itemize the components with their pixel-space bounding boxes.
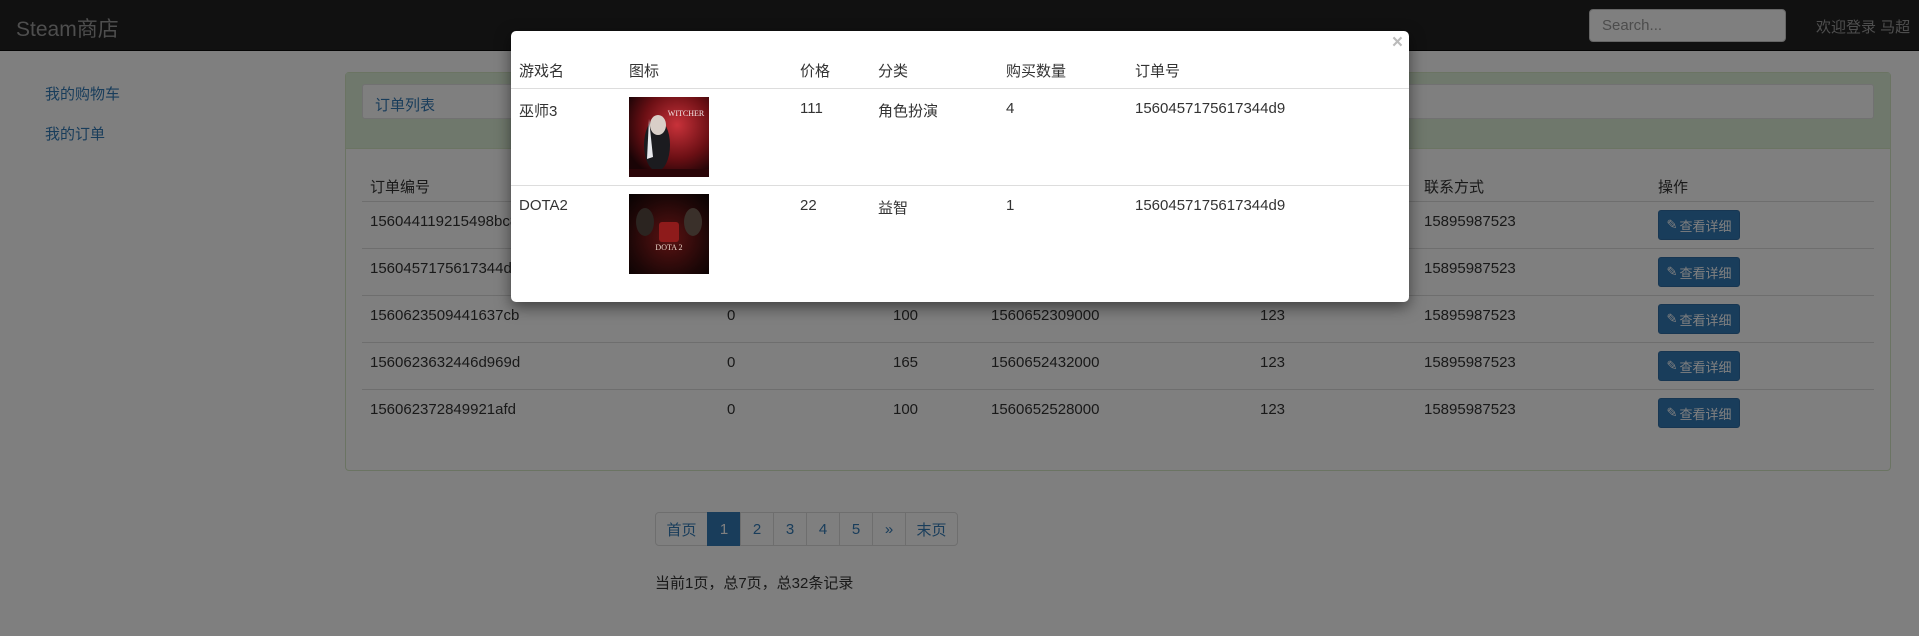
category-cell: 角色扮演: [878, 103, 939, 120]
category-cell: 益智: [878, 200, 909, 217]
modal-header-order-no: 订单号: [1135, 63, 1181, 80]
modal-header-icon: 图标: [629, 63, 660, 80]
price-cell: 111: [800, 100, 823, 117]
dota-thumb-text: DOTA 2: [655, 243, 682, 252]
modal-header-game-name: 游戏名: [519, 63, 565, 80]
modal-row-divider: [511, 88, 1409, 89]
order-no-cell: 1560457175617344d9: [1135, 197, 1286, 214]
witcher-thumb-text: WITCHER: [668, 109, 705, 118]
game-name-cell: 巫师3: [519, 103, 558, 120]
game-name-cell: DOTA2: [519, 197, 568, 214]
close-icon[interactable]: ×: [1392, 32, 1403, 54]
modal-header-price: 价格: [800, 63, 831, 80]
dota-2-cover-icon: DOTA 2: [629, 194, 709, 274]
modal-header-quantity: 购买数量: [1006, 63, 1067, 80]
quantity-cell: 1: [1006, 197, 1015, 214]
witcher-3-cover-icon: WITCHER: [629, 97, 709, 177]
modal-row-divider: [511, 185, 1409, 186]
order-no-cell: 1560457175617344d9: [1135, 100, 1286, 117]
price-cell: 22: [800, 197, 817, 214]
order-detail-modal: × 游戏名 图标 价格 分类 购买数量 订单号 巫师3 WITCHER 111 …: [511, 31, 1409, 302]
modal-header-category: 分类: [878, 63, 909, 80]
quantity-cell: 4: [1006, 100, 1015, 117]
